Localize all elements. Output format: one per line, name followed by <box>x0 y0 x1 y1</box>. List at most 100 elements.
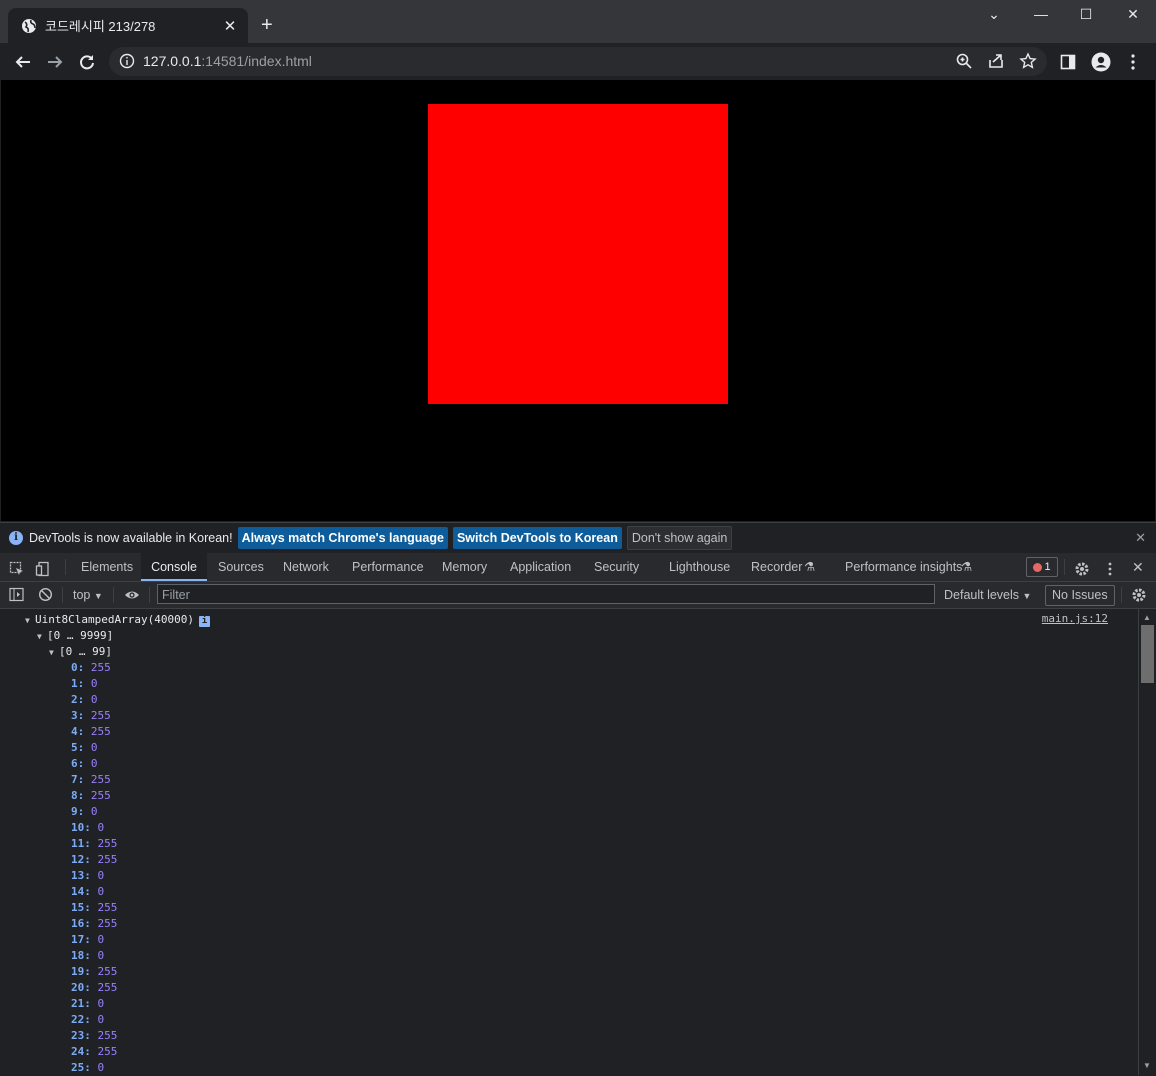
toolbar-divider <box>1121 587 1122 603</box>
tab-performance-insights[interactable]: Performance insights <box>845 553 962 581</box>
entry-colon: : <box>77 693 91 706</box>
entry-colon: : <box>77 725 91 738</box>
minimize-icon[interactable]: — <box>1031 6 1051 22</box>
tab-memory[interactable]: Memory <box>442 553 487 581</box>
entry-value: 255 <box>90 725 111 738</box>
entry-colon: : <box>77 741 91 754</box>
settings-gear-icon[interactable] <box>1074 559 1090 576</box>
entry-value: 0 <box>90 677 98 690</box>
entry-colon: : <box>84 933 98 946</box>
entry-index: 2 <box>71 693 78 706</box>
scrollbar-thumb[interactable] <box>1141 625 1154 683</box>
array-entry: 24: 255 <box>71 1044 117 1060</box>
tab-search-icon[interactable]: ⌄ <box>984 6 1004 23</box>
tab-elements[interactable]: Elements <box>81 553 133 581</box>
reload-icon[interactable] <box>76 51 98 73</box>
console-scrollbar[interactable]: ▲ ▼ <box>1138 609 1156 1075</box>
new-tab-button[interactable]: + <box>261 14 273 36</box>
bookmark-star-icon[interactable] <box>1019 52 1037 75</box>
side-panel-icon[interactable] <box>1057 51 1079 73</box>
back-icon[interactable] <box>12 51 34 73</box>
devtools-menu-icon[interactable] <box>1108 559 1112 576</box>
scroll-up-icon[interactable]: ▲ <box>1143 613 1151 622</box>
tab-security[interactable]: Security <box>594 553 639 581</box>
tab-sources[interactable]: Sources <box>218 553 264 581</box>
entry-index: 13 <box>71 869 85 882</box>
sidebar-toggle-icon[interactable] <box>9 587 24 605</box>
toolbar-divider <box>149 587 150 603</box>
entry-index: 5 <box>71 741 78 754</box>
tab-lighthouse[interactable]: Lighthouse <box>669 553 730 581</box>
expand-triangle-icon[interactable]: ▼ <box>49 645 59 661</box>
array-entry: 18: 0 <box>71 948 104 964</box>
close-infobar-icon[interactable]: ✕ <box>1135 530 1146 546</box>
browser-tab[interactable]: 코드레시피 213/278 ✕ <box>8 8 248 43</box>
array-entry: 10: 0 <box>71 820 104 836</box>
device-toolbar-icon[interactable] <box>35 559 51 577</box>
zoom-icon[interactable] <box>955 52 973 75</box>
console-filter-input[interactable]: Filter <box>157 584 935 604</box>
entry-value: 0 <box>97 949 105 962</box>
array-entry: 25: 0 <box>71 1060 104 1076</box>
array-entry: 7: 255 <box>71 772 111 788</box>
entry-colon: : <box>84 853 98 866</box>
tab-application[interactable]: Application <box>510 553 571 581</box>
inspect-element-icon[interactable] <box>9 559 25 575</box>
maximize-icon[interactable]: ☐ <box>1076 6 1096 23</box>
entry-colon: : <box>84 901 98 914</box>
entry-value: 255 <box>97 853 118 866</box>
switch-to-korean-button[interactable]: Switch DevTools to Korean <box>452 527 622 549</box>
array-entry: 21: 0 <box>71 996 104 1012</box>
array-entry: 5: 0 <box>71 740 98 756</box>
entry-index: 7 <box>71 773 78 786</box>
console-settings-gear-icon[interactable] <box>1131 587 1147 606</box>
address-bar[interactable]: 127.0.0.1:14581/index.html <box>109 47 1047 76</box>
info-badge-icon[interactable]: i <box>198 616 210 627</box>
entry-index: 6 <box>71 757 78 770</box>
array-entry: 0: 255 <box>71 660 111 676</box>
dont-show-again-button[interactable]: Don't show again <box>626 526 733 550</box>
close-tab-icon[interactable]: ✕ <box>220 17 240 35</box>
array-entry: 1: 0 <box>71 676 98 692</box>
browser-toolbar: 127.0.0.1:14581/index.html <box>0 43 1156 80</box>
always-match-language-button[interactable]: Always match Chrome's language <box>237 527 448 549</box>
forward-icon[interactable] <box>44 51 66 73</box>
source-link[interactable]: main.js:12 <box>1042 612 1108 625</box>
array-entry: 13: 0 <box>71 868 104 884</box>
profile-avatar-icon[interactable] <box>1090 51 1112 73</box>
live-expression-eye-icon[interactable] <box>124 588 140 605</box>
tab-console[interactable]: Console <box>141 553 207 581</box>
array-entry: 23: 255 <box>71 1028 117 1044</box>
entry-value: 255 <box>90 789 111 802</box>
entry-value: 255 <box>97 837 118 850</box>
expand-triangle-icon[interactable]: ▼ <box>25 613 35 629</box>
browser-menu-icon[interactable] <box>1122 51 1144 73</box>
entry-value: 0 <box>90 757 98 770</box>
close-devtools-icon[interactable]: ✕ <box>1132 553 1144 581</box>
array-root[interactable]: ▼ Uint8ClampedArray(40000) i <box>25 612 210 628</box>
flask-icon: ⚗ <box>804 560 816 574</box>
scroll-down-icon[interactable]: ▼ <box>1143 1061 1151 1070</box>
context-selector[interactable]: top ▼ <box>73 582 103 609</box>
clear-console-icon[interactable] <box>38 587 53 605</box>
close-window-icon[interactable]: ✕ <box>1123 6 1143 23</box>
error-icon <box>1033 562 1043 572</box>
array-group[interactable]: ▼ [0 … 99] <box>49 644 112 660</box>
tab-recorder[interactable]: Recorder <box>751 553 802 581</box>
site-info-icon[interactable] <box>119 53 135 74</box>
entry-colon: : <box>84 1045 98 1058</box>
error-count-badge[interactable]: 1 <box>1026 557 1058 577</box>
log-levels-dropdown[interactable]: Default levels ▼ <box>944 582 1031 608</box>
entry-index: 17 <box>71 933 85 946</box>
array-group[interactable]: ▼ [0 … 9999] <box>37 628 113 644</box>
red-canvas-square <box>428 104 728 404</box>
entry-index: 3 <box>71 709 78 722</box>
expand-triangle-icon[interactable]: ▼ <box>37 629 47 645</box>
devtools-language-infobar: i DevTools is now available in Korean! A… <box>0 522 1156 553</box>
tab-network[interactable]: Network <box>283 553 329 581</box>
devtools-tab-bar: Elements Console Sources Network Perform… <box>0 553 1156 582</box>
share-icon[interactable] <box>987 52 1005 75</box>
entry-colon: : <box>84 837 98 850</box>
tab-performance[interactable]: Performance <box>352 553 424 581</box>
issues-button[interactable]: No Issues <box>1045 585 1115 606</box>
